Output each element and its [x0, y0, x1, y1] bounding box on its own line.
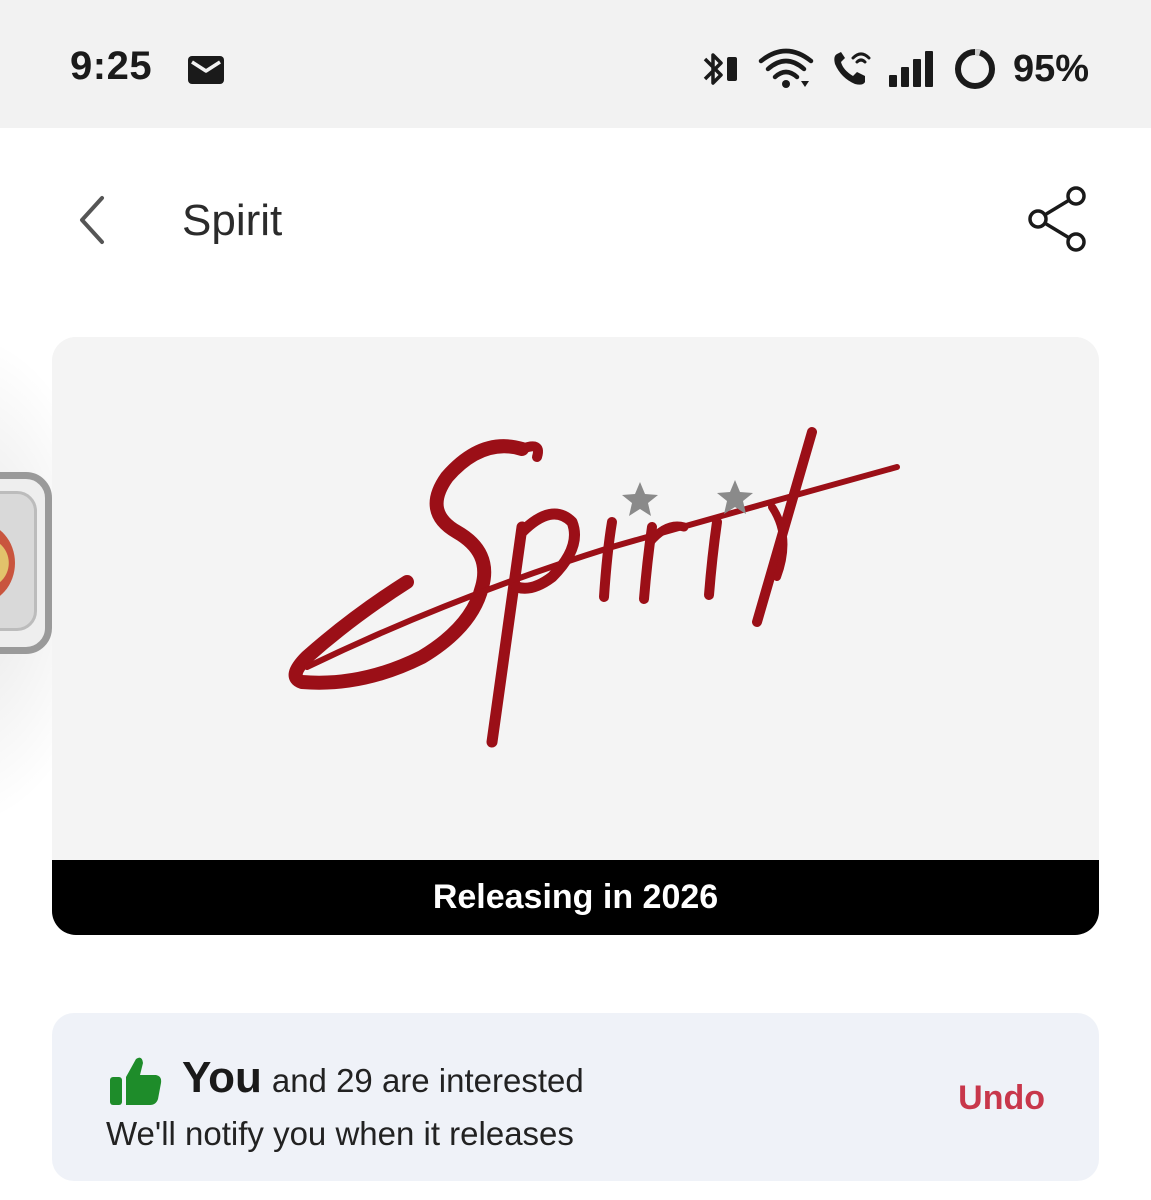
undo-button[interactable]: Undo: [958, 1079, 1045, 1118]
page-title: Spirit: [182, 196, 283, 245]
bluetooth-icon: [703, 53, 737, 85]
release-banner: Releasing in 2026: [52, 860, 1099, 935]
chevron-left-icon: [80, 196, 104, 244]
app-header: Spirit: [0, 128, 1151, 318]
wifi-icon: [758, 48, 814, 88]
status-time: 9:25: [70, 44, 153, 88]
floating-chat-bubble[interactable]: [0, 472, 52, 654]
signal-icon: [888, 51, 933, 87]
battery-ring-icon: [954, 49, 995, 89]
you-label: You: [182, 1053, 262, 1102]
notify-message: We'll notify you when it releases: [106, 1115, 574, 1152]
movie-poster-logo: [52, 337, 1099, 860]
share-icon: [1028, 186, 1086, 252]
interest-summary: You and 29 are interested: [182, 1053, 584, 1103]
wifi-calling-icon: [834, 52, 871, 85]
spirit-script-logo: [288, 427, 900, 748]
status-icons: 95%: [699, 44, 1089, 94]
mail-icon: [188, 56, 224, 84]
back-button[interactable]: [70, 190, 116, 250]
interest-count-text: and 29 are interested: [271, 1062, 584, 1099]
battery-percent: 95%: [1012, 47, 1089, 90]
status-bar: 9:25 95%: [0, 0, 1151, 128]
release-text: Releasing in 2026: [432, 878, 719, 916]
poster-card[interactable]: Releasing in 2026: [52, 337, 1099, 935]
thumbs-up-icon: [110, 1057, 162, 1105]
interest-card: You and 29 are interested We'll notify y…: [52, 1013, 1099, 1181]
share-button[interactable]: [1024, 184, 1092, 254]
